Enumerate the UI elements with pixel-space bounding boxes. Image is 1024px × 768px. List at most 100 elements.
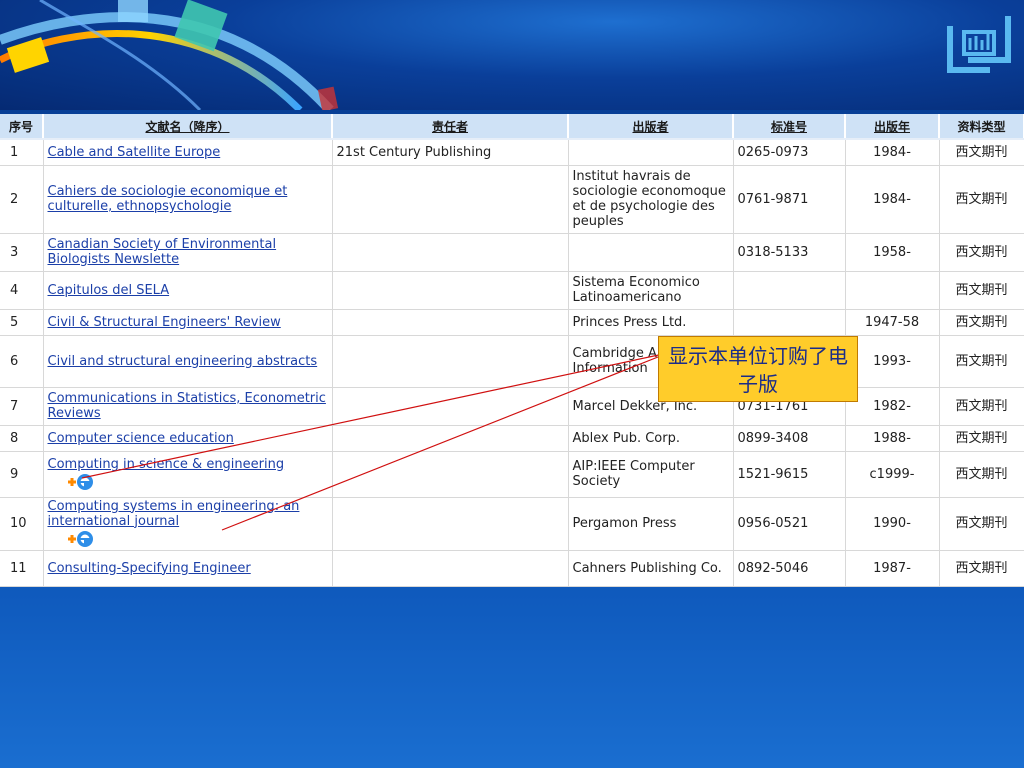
cell-year: 1984- (845, 139, 940, 166)
cell-year: 1958- (845, 233, 940, 272)
header-publisher[interactable]: 出版者 (568, 114, 734, 140)
cell-year: 1988- (845, 425, 940, 452)
cell-type: 西文期刊 (939, 271, 1024, 310)
header-seq: 序号 (0, 114, 44, 140)
cell-seq: 4 (0, 271, 44, 310)
cell-year: 1987- (845, 550, 940, 587)
table-row: 7 Communications in Statistics, Economet… (0, 387, 1024, 426)
cell-seq: 2 (0, 165, 44, 234)
cell-title: Consulting-Specifying Engineer (43, 550, 333, 587)
table-row: 10 Computing systems in engineering: an … (0, 497, 1024, 551)
cell-year (845, 271, 940, 310)
table-row: 11 Consulting-Specifying Engineer Cahner… (0, 550, 1024, 587)
header-author-label[interactable]: 责任者 (432, 120, 468, 134)
cell-type: 西文期刊 (939, 165, 1024, 234)
cell-author (332, 497, 569, 551)
cell-title: Civil & Structural Engineers' Review (43, 309, 333, 336)
title-link[interactable]: Cable and Satellite Europe (48, 145, 221, 160)
table-row: 1 Cable and Satellite Europe 21st Centur… (0, 139, 1024, 166)
title-link[interactable]: Canadian Society of Environmental Biolog… (48, 237, 277, 267)
table-row: 6 Civil and structural engineering abstr… (0, 335, 1024, 388)
header-type-label: 资料类型 (957, 119, 1006, 134)
cell-seq: 10 (0, 497, 44, 551)
cell-publisher: Cahners Publishing Co. (568, 550, 734, 587)
header-title[interactable]: 文献名（降序） (43, 114, 333, 140)
header-year-label[interactable]: 出版年 (874, 120, 910, 134)
cell-type: 西文期刊 (939, 233, 1024, 272)
cell-title: Computing in science & engineering (43, 451, 333, 498)
cell-publisher: AIP:IEEE Computer Society (568, 451, 734, 498)
cell-title: Cable and Satellite Europe (43, 139, 333, 166)
cell-seq: 3 (0, 233, 44, 272)
header-issn[interactable]: 标准号 (733, 114, 846, 140)
title-link[interactable]: Computing systems in engineering: an int… (48, 499, 300, 529)
cell-type: 西文期刊 (939, 139, 1024, 166)
cell-type: 西文期刊 (939, 309, 1024, 336)
table-row: 2 Cahiers de sociologie economique et cu… (0, 165, 1024, 234)
header-publisher-label[interactable]: 出版者 (632, 120, 668, 134)
cell-publisher: Princes Press Ltd. (568, 309, 734, 336)
cell-author: 21st Century Publishing (332, 139, 569, 166)
title-link[interactable]: Communications in Statistics, Econometri… (48, 391, 326, 421)
cell-seq: 11 (0, 550, 44, 587)
title-link[interactable]: Consulting-Specifying Engineer (48, 561, 251, 576)
cell-seq: 1 (0, 139, 44, 166)
cell-seq: 7 (0, 387, 44, 426)
header-issn-label[interactable]: 标准号 (771, 120, 807, 134)
title-link[interactable]: Capitulos del SELA (48, 283, 170, 298)
cell-publisher (568, 233, 734, 272)
cell-year: c1999- (845, 451, 940, 498)
cell-issn: 0956-0521 (733, 497, 846, 551)
cell-title: Communications in Statistics, Econometri… (43, 387, 333, 426)
cell-seq: 5 (0, 309, 44, 336)
title-link[interactable]: Cahiers de sociologie economique et cult… (48, 184, 288, 214)
cell-year: 1993- (845, 335, 940, 388)
cell-year: 1984- (845, 165, 940, 234)
cell-author (332, 165, 569, 234)
header-year[interactable]: 出版年 (845, 114, 940, 140)
cell-type: 西文期刊 (939, 497, 1024, 551)
catalog-table: 序号 文献名（降序） 责任者 出版者 标准号 出版年 资料类型 1 Cable … (0, 114, 1024, 587)
cell-type: 西文期刊 (939, 425, 1024, 452)
cell-issn (733, 271, 846, 310)
cell-seq: 9 (0, 451, 44, 498)
cell-issn: 0761-9871 (733, 165, 846, 234)
cell-publisher: Sistema Economico Latinoamericano (568, 271, 734, 310)
title-link[interactable]: Computing in science & engineering (48, 457, 285, 472)
cell-title: Capitulos del SELA (43, 271, 333, 310)
cell-year: 1947-58 (845, 309, 940, 336)
cell-author (332, 550, 569, 587)
header-seq-label: 序号 (8, 119, 33, 134)
ie-plus-icon[interactable] (66, 472, 94, 492)
cell-author (332, 309, 569, 336)
cell-author (332, 387, 569, 426)
cell-issn: 0318-5133 (733, 233, 846, 272)
title-link[interactable]: Civil and structural engineering abstrac… (48, 354, 318, 369)
cell-title: Computer science education (43, 425, 333, 452)
cell-title: Canadian Society of Environmental Biolog… (43, 233, 333, 272)
cell-type: 西文期刊 (939, 387, 1024, 426)
table-header-row: 序号 文献名（降序） 责任者 出版者 标准号 出版年 资料类型 (0, 114, 1024, 140)
cell-author (332, 271, 569, 310)
header-author[interactable]: 责任者 (332, 114, 569, 140)
table-row: 8 Computer science education Ablex Pub. … (0, 425, 1024, 452)
title-link[interactable]: Civil & Structural Engineers' Review (48, 315, 281, 330)
cell-issn: 1521-9615 (733, 451, 846, 498)
title-link[interactable]: Computer science education (48, 431, 234, 446)
table-row: 3 Canadian Society of Environmental Biol… (0, 233, 1024, 272)
cell-title: Civil and structural engineering abstrac… (43, 335, 333, 388)
cell-author (332, 451, 569, 498)
catalog-table-panel: 序号 文献名（降序） 责任者 出版者 标准号 出版年 资料类型 1 Cable … (0, 114, 1024, 587)
header-title-label[interactable]: 文献名（降序） (145, 120, 229, 134)
table-row: 9 Computing in science & engineering AIP… (0, 451, 1024, 498)
table-row: 4 Capitulos del SELA Sistema Economico L… (0, 271, 1024, 310)
cell-publisher: Pergamon Press (568, 497, 734, 551)
cell-author (332, 233, 569, 272)
cell-author (332, 335, 569, 388)
ie-plus-icon[interactable] (66, 529, 94, 549)
slide-banner (0, 0, 1024, 110)
header-type: 资料类型 (939, 114, 1024, 140)
cell-issn: 0892-5046 (733, 550, 846, 587)
ejournal-callout: 显示本单位订购了电子版 (658, 336, 858, 402)
cell-year: 1990- (845, 497, 940, 551)
